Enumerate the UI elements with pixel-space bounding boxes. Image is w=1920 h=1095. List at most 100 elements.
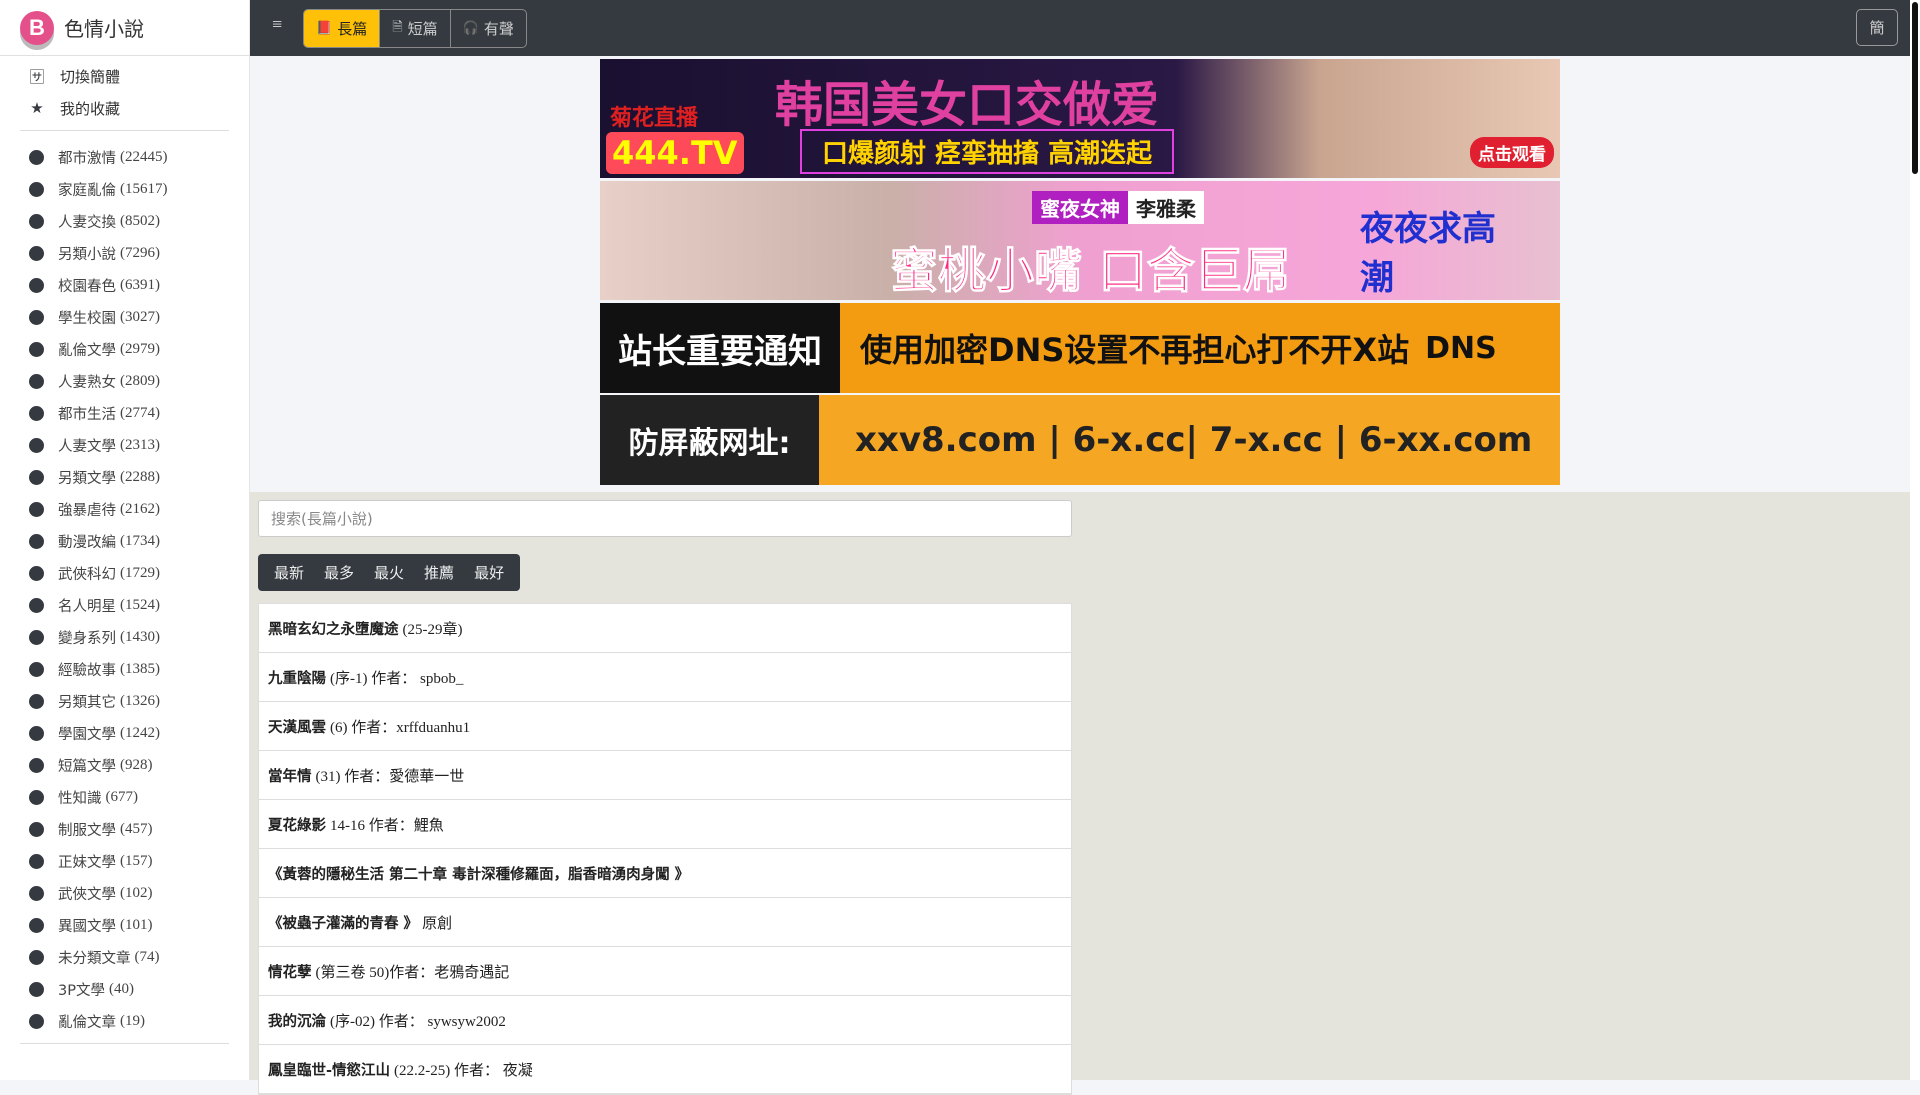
sort-tab[interactable]: 推薦 — [414, 554, 464, 591]
sort-tab[interactable]: 最火 — [364, 554, 414, 591]
category-item[interactable]: 都市激情 (22445) — [0, 141, 249, 173]
story-title[interactable]: 夏花綠影 — [268, 814, 326, 835]
sort-tab[interactable]: 最多 — [314, 554, 364, 591]
story-meta: 原創 — [422, 915, 453, 932]
story-title[interactable]: 《被蟲子灌滿的青春 》 — [268, 912, 418, 933]
simplified-toggle-button[interactable]: 簡 — [1856, 9, 1898, 46]
category-count: (2288) — [120, 468, 160, 485]
list-item[interactable]: 情花孽 (第三卷 50)作者：老鴉奇遇記 — [259, 947, 1071, 996]
category-item[interactable]: 都市生活 (2774) — [0, 397, 249, 429]
star-icon: ★ — [30, 99, 44, 117]
story-title[interactable]: 九重陰陽 — [268, 667, 326, 688]
category-item[interactable]: 未分類文章 (74) — [0, 941, 249, 973]
menu-icon[interactable]: ≡ — [272, 14, 282, 35]
mirror-urls: xxv8.com | 6-x.cc| 7-x.cc | 6-xx.com — [855, 420, 1533, 460]
category-item[interactable]: 另類小說 (7296) — [0, 237, 249, 269]
category-item[interactable]: 動漫改編 (1734) — [0, 525, 249, 557]
category-item[interactable]: 制服文學 (457) — [0, 813, 249, 845]
list-item[interactable]: 天漢風雲 (6) 作者：xrffduanhu1 — [259, 702, 1071, 751]
category-name: 性知識 — [58, 790, 102, 807]
category-count: (19) — [120, 1012, 145, 1029]
story-title[interactable]: 《黃蓉的隱秘生活 第二十章 毒計深種修羅面，脂香暗湧肉身闖 》 — [268, 863, 689, 884]
ad-banner-dns-notice[interactable]: 站长重要通知 使用加密DNS设置不再担心打不开X站 DNS — [600, 303, 1560, 393]
list-item[interactable]: 當年情 (31) 作者：愛德華一世 — [259, 751, 1071, 800]
category-item[interactable]: 家庭亂倫 (15617) — [0, 173, 249, 205]
category-name: 強暴虐待 — [58, 502, 116, 519]
category-count: (2979) — [120, 340, 160, 357]
list-item[interactable]: 黑暗玄幻之永墮魔途 (25-29章) — [259, 604, 1071, 653]
bullet-icon — [29, 469, 44, 485]
ad-banner-444tv[interactable]: 菊花直播 444.TV 韩国美女口交做爱 口爆颜射 痉挛抽搐 高潮迭起 点击观看 — [600, 59, 1560, 178]
category-item[interactable]: 性知識 (677) — [0, 781, 249, 813]
favorites-link[interactable]: ★ 我的收藏 — [0, 92, 249, 124]
notice-text: 使用加密DNS设置不再担心打不开X站 — [860, 331, 1410, 369]
category-name: 學生校園 — [58, 310, 116, 327]
category-item[interactable]: 短篇文學 (928) — [0, 749, 249, 781]
category-name: 經驗故事 — [58, 662, 116, 679]
ad-banner-goddess[interactable]: 蜜夜女神 李雅柔 蜜桃小嘴 口含巨屌 夜夜求高潮 — [600, 181, 1560, 300]
category-item[interactable]: 校園春色 (6391) — [0, 269, 249, 301]
category-item[interactable]: 強暴虐待 (2162) — [0, 493, 249, 525]
category-item[interactable]: 學生校園 (3027) — [0, 301, 249, 333]
category-item[interactable]: 3P文學 (40) — [0, 973, 249, 1005]
category-item[interactable]: 人妻文學 (2313) — [0, 429, 249, 461]
category-item[interactable]: 正妹文學 (157) — [0, 845, 249, 877]
category-name: 都市激情 — [58, 150, 116, 167]
category-count: (928) — [120, 756, 153, 773]
sort-tab[interactable]: 最新 — [264, 554, 314, 591]
category-item[interactable]: 學園文學 (1242) — [0, 717, 249, 749]
category-item[interactable]: 名人明星 (1524) — [0, 589, 249, 621]
list-item[interactable]: 《黃蓉的隱秘生活 第二十章 毒計深種修羅面，脂香暗湧肉身闖 》 — [259, 849, 1071, 898]
divider — [20, 130, 229, 131]
switch-simplified-link[interactable]: 🈂 切換簡體 — [0, 60, 249, 92]
category-count: (1326) — [120, 692, 160, 709]
bullet-icon — [29, 693, 44, 709]
list-item[interactable]: 我的沉淪 (序-02) 作者： sywsyw2002 — [259, 996, 1071, 1045]
bullet-icon — [29, 661, 44, 677]
category-item[interactable]: 武俠科幻 (1729) — [0, 557, 249, 589]
tab-long-novels[interactable]: 📕 長篇 — [304, 10, 380, 47]
category-count: (1734) — [120, 532, 160, 549]
story-title[interactable]: 鳳皇臨世-情慾江山 — [268, 1059, 390, 1080]
bullet-icon — [29, 629, 44, 645]
story-title[interactable]: 情花孽 — [268, 961, 312, 982]
category-count: (2162) — [120, 500, 160, 517]
brand[interactable]: B 色情小說 — [0, 0, 249, 56]
category-item[interactable]: 經驗故事 (1385) — [0, 653, 249, 685]
search-input[interactable]: 搜索(長篇小說) — [258, 500, 1072, 537]
ad-brand: 菊花直播 — [610, 105, 699, 131]
category-item[interactable]: 亂倫文章 (19) — [0, 1005, 249, 1037]
category-item[interactable]: 另類文學 (2288) — [0, 461, 249, 493]
bullet-icon — [29, 821, 44, 837]
list-item[interactable]: 九重陰陽 (序-1) 作者： spbob_ — [259, 653, 1071, 702]
category-item[interactable]: 異國文學 (101) — [0, 909, 249, 941]
scrollbar-thumb[interactable] — [1912, 2, 1918, 174]
category-item[interactable]: 人妻交換 (8502) — [0, 205, 249, 237]
category-name: 家庭亂倫 — [58, 182, 116, 199]
sort-tab[interactable]: 最好 — [464, 554, 514, 591]
category-name: 另類其它 — [58, 694, 116, 711]
category-item[interactable]: 武俠文學 (102) — [0, 877, 249, 909]
story-title[interactable]: 我的沉淪 — [268, 1010, 326, 1031]
list-item[interactable]: 夏花綠影 14-16 作者：鯉魚 — [259, 800, 1071, 849]
list-item[interactable]: 鳳皇臨世-情慾江山 (22.2-25) 作者： 夜凝 — [259, 1045, 1071, 1094]
category-count: (677) — [105, 788, 139, 805]
story-title[interactable]: 當年情 — [268, 765, 312, 786]
list-item[interactable]: 《被蟲子灌滿的青春 》原創 — [259, 898, 1071, 947]
scrollbar[interactable] — [1910, 0, 1920, 1080]
story-title[interactable]: 黑暗玄幻之永墮魔途 — [268, 618, 399, 639]
ad-banner-mirror-urls[interactable]: 防屏蔽网址: xxv8.com | 6-x.cc| 7-x.cc | 6-xx.… — [600, 395, 1560, 485]
bullet-icon — [29, 1013, 44, 1029]
tab-audio[interactable]: 🎧 有聲 — [449, 10, 526, 47]
category-item[interactable]: 人妻熟女 (2809) — [0, 365, 249, 397]
tab-short-novels[interactable]: 🗎 短篇 — [379, 10, 449, 47]
category-item[interactable]: 另類其它 (1326) — [0, 685, 249, 717]
story-title[interactable]: 天漢風雲 — [268, 716, 326, 737]
ad-cta[interactable]: 点击观看 — [1470, 137, 1554, 168]
category-item[interactable]: 變身系列 (1430) — [0, 621, 249, 653]
story-meta: (第三卷 50)作者：老鴉奇遇記 — [315, 964, 510, 981]
category-name: 短篇文學 — [58, 758, 116, 775]
category-item[interactable]: 亂倫文學 (2979) — [0, 333, 249, 365]
bullet-icon — [29, 149, 44, 165]
notice-label: 站长重要通知 — [600, 303, 840, 393]
